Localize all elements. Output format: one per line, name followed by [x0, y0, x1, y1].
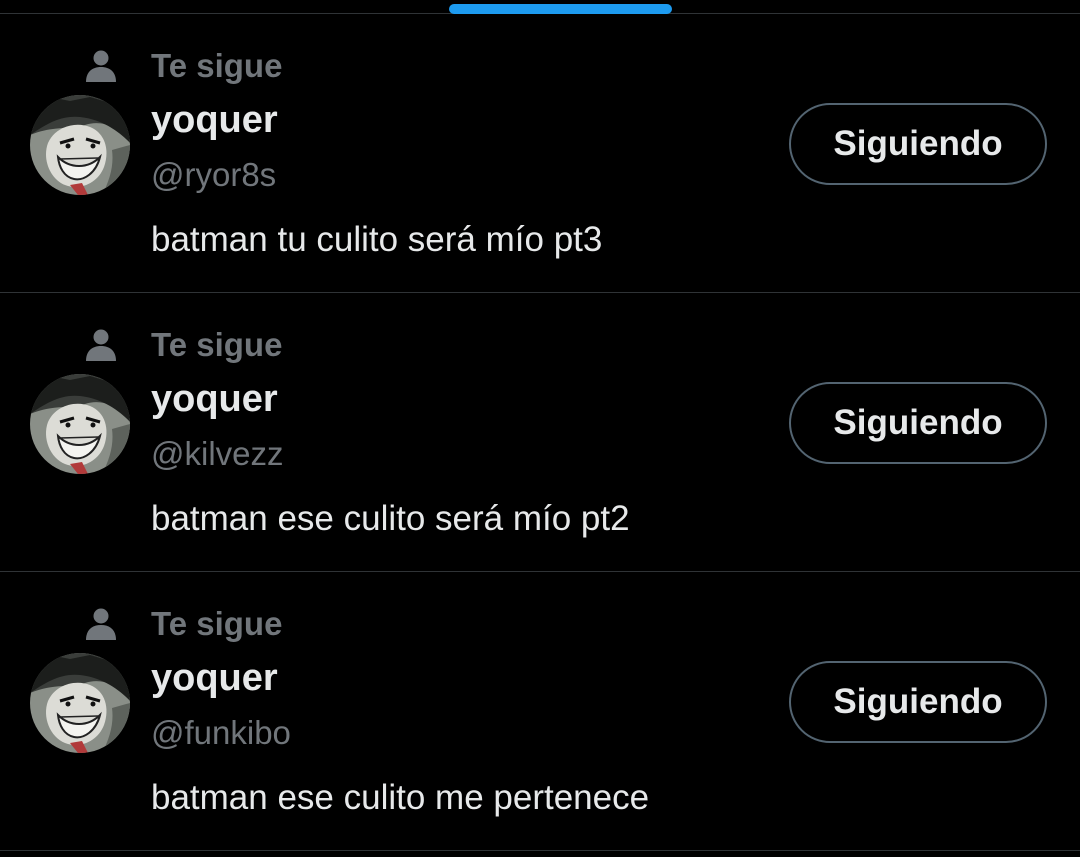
user-bio: batman ese culito me pertenece	[151, 778, 650, 817]
following-button[interactable]: Siguiendo	[789, 382, 1047, 464]
user-bio: batman ese culito será mío pt2	[151, 499, 630, 538]
user-list: Te sigue yoquer @ryor8s batman tu culito…	[0, 14, 1080, 851]
user-handle[interactable]: @funkibo	[151, 713, 291, 753]
display-name[interactable]: yoquer	[151, 656, 278, 700]
joker-avatar-icon	[30, 374, 130, 474]
user-handle[interactable]: @kilvezz	[151, 434, 284, 474]
follows-you-indicator: Te sigue	[84, 604, 282, 644]
avatar[interactable]	[30, 653, 130, 753]
following-button[interactable]: Siguiendo	[789, 103, 1047, 185]
display-name[interactable]: yoquer	[151, 377, 278, 421]
active-tab-indicator	[449, 4, 672, 14]
list-item[interactable]: Te sigue yoquer @ryor8s batman tu culito…	[0, 14, 1080, 293]
follows-you-indicator: Te sigue	[84, 325, 282, 365]
follows-you-indicator: Te sigue	[84, 46, 282, 86]
avatar[interactable]	[30, 95, 130, 195]
person-icon	[86, 608, 116, 640]
user-handle[interactable]: @ryor8s	[151, 155, 276, 195]
avatar[interactable]	[30, 374, 130, 474]
joker-avatar-icon	[30, 95, 130, 195]
user-bio: batman tu culito será mío pt3	[151, 220, 603, 259]
follows-you-label: Te sigue	[151, 326, 283, 363]
list-item[interactable]: Te sigue yoquer @kilvezz batman ese culi…	[0, 293, 1080, 572]
follows-you-label: Te sigue	[151, 47, 283, 84]
person-icon	[86, 329, 116, 361]
display-name[interactable]: yoquer	[151, 98, 278, 142]
joker-avatar-icon	[30, 653, 130, 753]
follows-you-label: Te sigue	[151, 605, 283, 642]
person-icon	[86, 50, 116, 82]
list-item[interactable]: Te sigue yoquer @funkibo batman ese culi…	[0, 572, 1080, 851]
following-button[interactable]: Siguiendo	[789, 661, 1047, 743]
